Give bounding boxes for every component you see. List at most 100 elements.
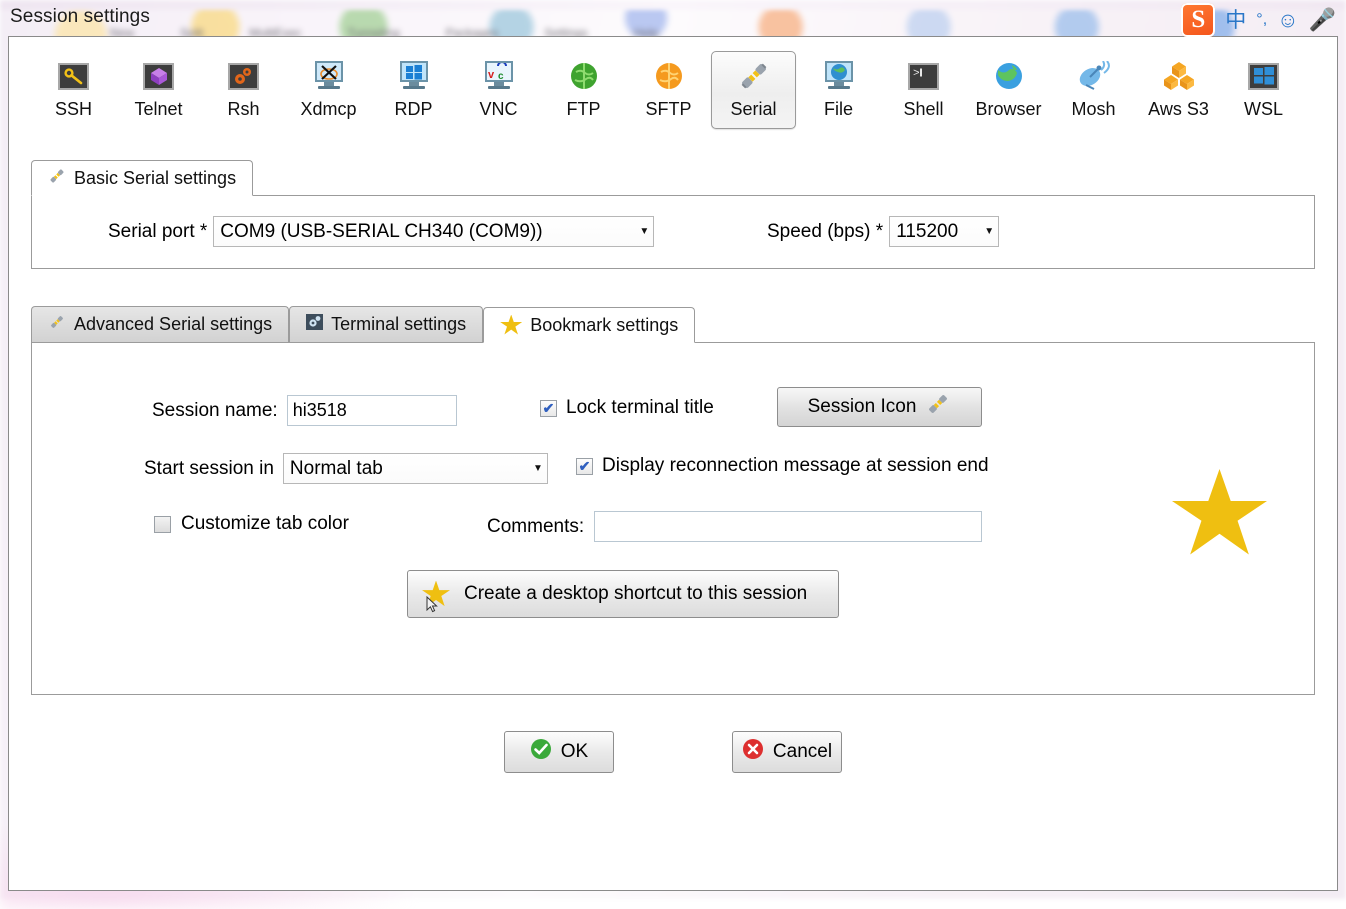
customize-tab-color-row[interactable]: ✔ Customize tab color <box>154 513 349 535</box>
ok-button[interactable]: OK <box>504 731 614 773</box>
speed-dropdown[interactable]: 115200 ▼ <box>889 216 999 247</box>
gears-icon <box>227 59 261 93</box>
protocol-label: File <box>824 99 853 120</box>
serial-port-row: Serial port * COM9 (USB-SERIAL CH340 (CO… <box>108 216 654 247</box>
create-desktop-shortcut-label: Create a desktop shortcut to this sessio… <box>464 583 807 605</box>
cancel-button[interactable]: Cancel <box>732 731 842 773</box>
backdrop-top-strip <box>0 0 1346 10</box>
protocol-label: Telnet <box>134 99 182 120</box>
customize-tab-color-label: Customize tab color <box>181 513 349 535</box>
start-session-in-label: Start session in <box>144 458 274 480</box>
sogou-logo-icon[interactable]: S <box>1181 3 1215 37</box>
serial-plug-icon <box>48 168 66 189</box>
speed-row: Speed (bps) * 115200 ▼ <box>767 216 999 247</box>
protocol-label: Rsh <box>227 99 259 120</box>
start-session-in-dropdown[interactable]: Normal tab ▼ <box>283 453 548 484</box>
tab-bookmark-settings[interactable]: Bookmark settings <box>483 307 695 343</box>
comments-label: Comments: <box>487 516 584 538</box>
speed-label: Speed (bps) * <box>767 221 883 243</box>
serial-port-label: Serial port * <box>108 221 207 243</box>
protocol-vnc[interactable]: v c VNC <box>456 51 541 129</box>
lock-terminal-title-row[interactable]: ✔ Lock terminal title <box>540 397 714 419</box>
protocol-xdmcp[interactable]: Xdmcp <box>286 51 371 129</box>
tab-basic-serial-settings[interactable]: Basic Serial settings <box>31 160 253 196</box>
ok-button-label: OK <box>561 741 588 763</box>
protocol-ssh[interactable]: SSH <box>31 51 116 129</box>
tab-advanced-serial-settings[interactable]: Advanced Serial settings <box>31 306 289 342</box>
protocol-label: FTP <box>567 99 601 120</box>
tab-label: Basic Serial settings <box>74 168 236 189</box>
orange-globe-icon <box>652 59 686 93</box>
protocol-serial[interactable]: Serial <box>711 51 796 129</box>
chevron-down-icon: ▼ <box>627 226 649 237</box>
basic-serial-panel: Basic Serial settings Serial port * COM9… <box>9 157 1337 269</box>
chevron-down-icon: ▼ <box>972 226 994 237</box>
protocol-file[interactable]: File <box>796 51 881 129</box>
protocol-label: Serial <box>730 99 776 120</box>
serial-port-dropdown[interactable]: COM9 (USB-SERIAL CH340 (COM9)) ▼ <box>213 216 654 247</box>
tab-label: Terminal settings <box>331 314 466 335</box>
protocol-rdp[interactable]: RDP <box>371 51 456 129</box>
session-icon-button-label: Session Icon <box>808 396 917 418</box>
customize-tab-color-checkbox[interactable]: ✔ <box>154 516 171 533</box>
protocol-telnet[interactable]: Telnet <box>116 51 201 129</box>
protocol-type-bar: SSH Telnet Rsh <box>9 37 1337 129</box>
display-reconnect-checkbox[interactable]: ✔ <box>576 458 593 475</box>
comments-row: Comments: <box>487 511 982 542</box>
session-name-label: Session name: <box>152 400 278 422</box>
display-reconnect-row[interactable]: ✔ Display reconnection message at sessio… <box>576 455 989 477</box>
protocol-label: RDP <box>394 99 432 120</box>
vnc-monitor-icon: v c <box>482 59 516 93</box>
terminal-prompt-icon: > <box>907 59 941 93</box>
protocol-ftp[interactable]: FTP <box>541 51 626 129</box>
display-reconnect-label: Display reconnection message at session … <box>602 455 989 477</box>
ime-toolbar[interactable]: S 中 °, ☺ 🎤 <box>1175 0 1342 40</box>
chevron-down-icon: ▼ <box>521 463 543 474</box>
protocol-label: WSL <box>1244 99 1283 120</box>
session-name-row: Session name: hi3518 <box>152 395 457 426</box>
tab-terminal-settings[interactable]: Terminal settings <box>289 306 483 342</box>
protocol-sftp[interactable]: SFTP <box>626 51 711 129</box>
x-monitor-icon <box>312 59 346 93</box>
protocol-label: SSH <box>55 99 92 120</box>
serial-plug-icon <box>48 314 66 335</box>
protocol-mosh[interactable]: Mosh <box>1051 51 1136 129</box>
session-icon-button[interactable]: Session Icon <box>777 387 982 427</box>
protocol-label: VNC <box>479 99 517 120</box>
protocol-wsl[interactable]: WSL <box>1221 51 1306 129</box>
tab-label: Bookmark settings <box>530 315 678 336</box>
protocol-aws-s3[interactable]: Aws S3 <box>1136 51 1221 129</box>
microphone-icon[interactable]: 🎤 <box>1309 9 1336 31</box>
create-desktop-shortcut-button[interactable]: Create a desktop shortcut to this sessio… <box>407 570 839 618</box>
protocol-label: Browser <box>975 99 1041 120</box>
windows-logo-icon <box>1247 59 1281 93</box>
sub-panel-tabstrip: Advanced Serial settings Terminal settin… <box>31 304 1315 342</box>
session-name-value: hi3518 <box>293 400 347 421</box>
globe-icon <box>992 59 1026 93</box>
protocol-shell[interactable]: > Shell <box>881 51 966 129</box>
session-name-input[interactable]: hi3518 <box>287 395 457 426</box>
aws-cubes-icon <box>1162 59 1196 93</box>
comments-input[interactable] <box>594 511 982 542</box>
star-icon <box>1172 469 1267 559</box>
key-icon <box>57 59 91 93</box>
svg-text:>: > <box>913 68 920 79</box>
start-session-in-row: Start session in Normal tab ▼ <box>144 453 548 484</box>
protocol-label: SFTP <box>645 99 691 120</box>
protocol-browser[interactable]: Browser <box>966 51 1051 129</box>
smiley-icon[interactable]: ☺ <box>1277 10 1298 31</box>
protocol-label: Aws S3 <box>1148 99 1209 120</box>
serial-plug-icon <box>737 59 771 93</box>
sub-settings-panel: Advanced Serial settings Terminal settin… <box>9 304 1337 695</box>
mouse-cursor-icon <box>426 596 438 613</box>
ime-punctuation-icon[interactable]: °, <box>1256 12 1267 28</box>
terminal-gear-icon <box>306 314 323 335</box>
svg-text:v: v <box>488 69 495 81</box>
protocol-label: Shell <box>903 99 943 120</box>
protocol-rsh[interactable]: Rsh <box>201 51 286 129</box>
serial-plug-icon <box>925 392 951 422</box>
lock-terminal-title-checkbox[interactable]: ✔ <box>540 400 557 417</box>
tab-label: Advanced Serial settings <box>74 314 272 335</box>
ime-mode-chinese[interactable]: 中 <box>1225 10 1246 31</box>
green-globe-icon <box>567 59 601 93</box>
